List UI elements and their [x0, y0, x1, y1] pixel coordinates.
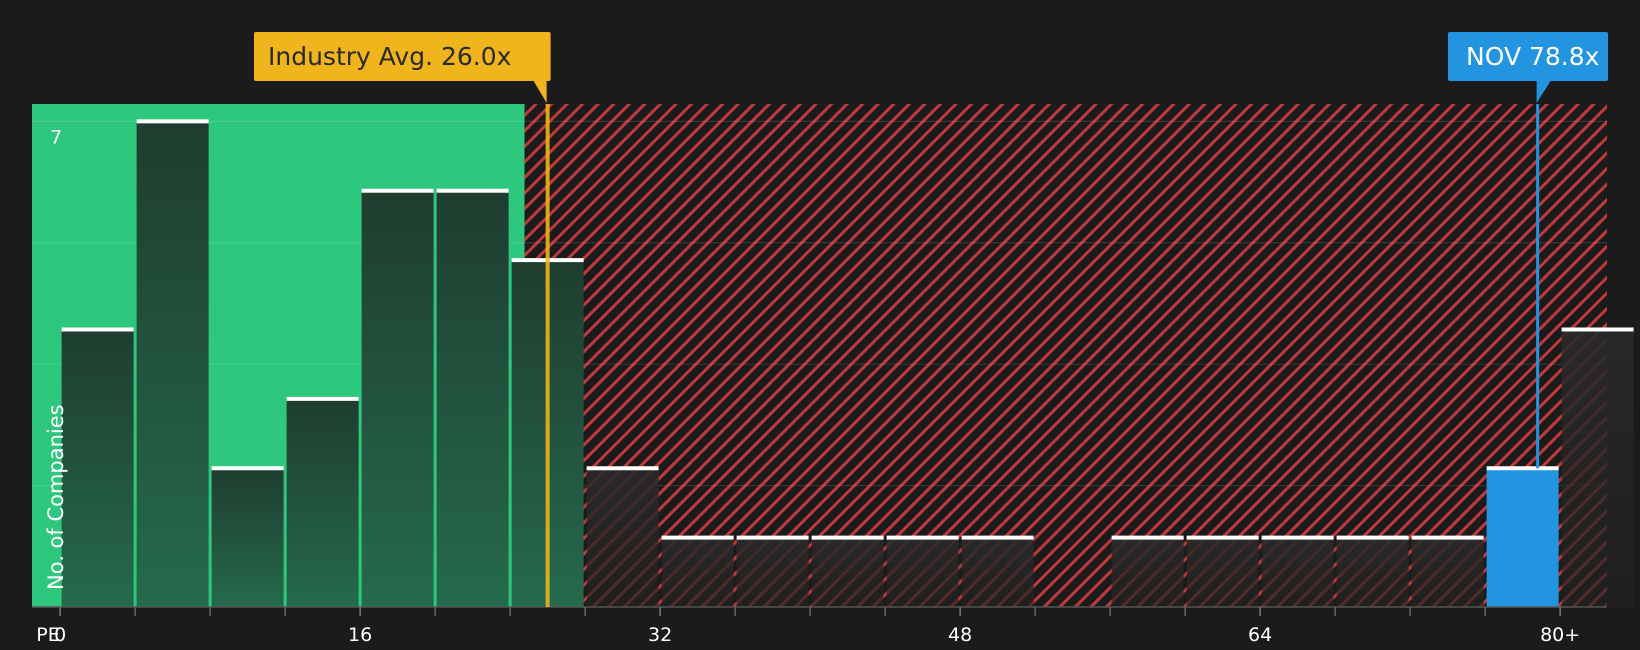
bar-cap: [736, 535, 809, 540]
pe-distribution-chart: 0 16 32 48 64 80+ PE 7 No. of Companies Industry…: [0, 0, 1640, 650]
bar-cap: [1411, 535, 1484, 540]
x-tick-label: 16: [348, 624, 372, 646]
histogram-bar: [736, 537, 809, 607]
histogram-bar: [1486, 468, 1559, 607]
bar-cap: [1111, 535, 1184, 540]
y-tick-label: 7: [50, 126, 62, 148]
histogram-bar: [961, 537, 1034, 607]
bar-cap: [1486, 466, 1559, 471]
histogram-bar: [211, 468, 284, 607]
bar-cap: [586, 466, 659, 471]
bar-cap: [361, 188, 434, 193]
histogram-bar: [811, 537, 884, 607]
industry-avg-label: Industry Avg. 26.0x: [268, 42, 511, 71]
bar-cap: [961, 535, 1034, 540]
histogram-bar: [1411, 537, 1484, 607]
bar-cap: [136, 119, 209, 124]
histogram-bar: [586, 468, 659, 607]
histogram-bar: [1561, 329, 1634, 607]
histogram-bar: [136, 121, 209, 608]
histogram-bar: [661, 537, 734, 607]
x-tick-label: 48: [948, 624, 972, 646]
chart-canvas: 0 16 32 48 64 80+PE7No. of Companies Industry…: [32, 32, 1634, 646]
bar-cap: [886, 535, 959, 540]
x-tick-label: 32: [648, 624, 672, 646]
x-tick-label: 80+: [1540, 624, 1580, 646]
bar-cap: [61, 327, 134, 332]
bar-cap: [211, 466, 284, 471]
x-axis-label: PE: [36, 624, 59, 646]
bar-cap: [286, 396, 359, 401]
histogram-bar: [61, 329, 134, 607]
bar-cap: [811, 535, 884, 540]
histogram-bar: [886, 537, 959, 607]
red-zone: [524, 104, 1607, 607]
bar-cap: [436, 188, 509, 193]
company-pe-label: NOV 78.8x: [1466, 42, 1599, 71]
histogram-bar: [1261, 537, 1334, 607]
x-tick-label: 64: [1248, 624, 1272, 646]
histogram-bar: [1336, 537, 1409, 607]
industry-avg-pointer: [533, 81, 547, 103]
bar-cap: [1186, 535, 1259, 540]
y-axis-label: No. of Companies: [44, 404, 68, 590]
histogram-bar: [361, 190, 434, 608]
industry-avg-line: [545, 104, 550, 607]
company-pe-pointer: [1536, 81, 1551, 103]
histogram-bar: [286, 398, 359, 607]
bar-cap: [1261, 535, 1334, 540]
histogram-bar: [436, 190, 509, 608]
histogram-bar: [1111, 537, 1184, 607]
histogram-bar: [1186, 537, 1259, 607]
bar-cap: [1561, 327, 1634, 332]
company-pe-line: [1536, 104, 1540, 469]
bar-cap: [1336, 535, 1409, 540]
bar-cap: [661, 535, 734, 540]
